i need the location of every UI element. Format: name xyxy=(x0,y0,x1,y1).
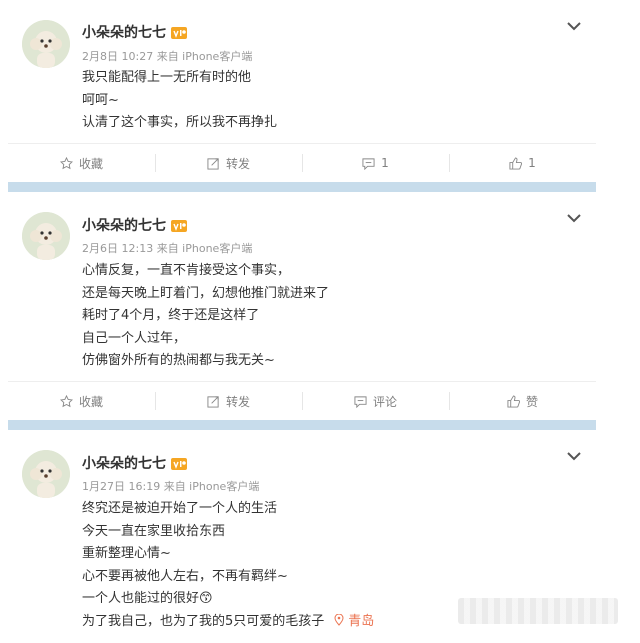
post-meta: 1月27日 16:19 来自 iPhone客户端 xyxy=(82,480,260,493)
vip-badge-icon xyxy=(171,458,187,470)
post-text: 终究还是被迫开始了一个人的生活 今天一直在家里收拾东西 重新整理心情~ 心不要再… xyxy=(82,498,374,633)
post-text-line: 心不要再被他人左右，不再有羁绊~ xyxy=(82,568,288,584)
username-text[interactable]: 小朵朵的七七 xyxy=(82,456,166,472)
comment-icon xyxy=(354,395,367,408)
location-tag[interactable]: 青岛 xyxy=(334,613,375,629)
favorite-button[interactable]: 收藏 xyxy=(8,144,155,182)
favorite-label: 收藏 xyxy=(78,156,103,171)
location-label: 青岛 xyxy=(348,613,375,629)
avatar[interactable] xyxy=(22,212,70,260)
chevron-down-icon[interactable] xyxy=(566,212,582,224)
username-text[interactable]: 小朵朵的七七 xyxy=(82,25,166,41)
avatar[interactable] xyxy=(22,450,70,498)
post-1: 小朵朵的七七 2月8日 10:27 来自 iPhone客户端 我只能配得上一无所… xyxy=(0,0,640,182)
avatar[interactable] xyxy=(22,20,70,68)
post-text-line: 一个人也能过的很好😙 xyxy=(82,591,213,606)
action-bar: 收藏 转发 1 1 xyxy=(8,143,596,182)
vip-badge-icon xyxy=(171,220,187,232)
username[interactable]: 小朵朵的七七 xyxy=(82,455,187,473)
favorite-label: 收藏 xyxy=(78,394,103,409)
repost-label: 转发 xyxy=(225,156,250,171)
post-text-line: 我只能配得上一无所有时的他 xyxy=(82,70,252,85)
post-text: 我只能配得上一无所有时的他 呵呵~ 认清了这个事实，所以我不再挣扎 xyxy=(82,67,277,135)
post-meta: 2月8日 10:27 来自 iPhone客户端 xyxy=(82,50,253,63)
post-meta: 2月6日 12:13 来自 iPhone客户端 xyxy=(82,242,253,255)
watermark xyxy=(458,598,618,624)
chevron-down-icon[interactable] xyxy=(566,20,582,32)
favorite-button[interactable]: 收藏 xyxy=(8,382,155,420)
post-text-line: 还是每天晚上盯着门，幻想他推门就进来了 xyxy=(82,285,330,301)
comment-button[interactable]: 评论 xyxy=(302,382,449,420)
like-button[interactable]: 赞 xyxy=(449,382,596,420)
post-separator xyxy=(8,182,596,192)
repost-button[interactable]: 转发 xyxy=(155,382,302,420)
star-icon xyxy=(59,394,73,407)
post-text-line: 呵呵~ xyxy=(82,92,119,108)
comment-count: 1 xyxy=(381,156,389,170)
post-text-line: 认清了这个事实，所以我不再挣扎 xyxy=(82,115,278,130)
post-text-line: 终究还是被迫开始了一个人的生活 xyxy=(82,501,278,516)
username[interactable]: 小朵朵的七七 xyxy=(82,217,187,235)
comment-button[interactable]: 1 xyxy=(302,144,449,182)
post-text-line: 为了我自己，也为了我的5只可爱的毛孩子 青岛 xyxy=(82,611,374,634)
action-bar: 收藏 转发 评论 赞 xyxy=(8,381,596,420)
post-text-line: 重新整理心情~ xyxy=(82,546,171,561)
post-3: 小朵朵的七七 1月27日 16:19 来自 iPhone客户端 终究还是被迫开始… xyxy=(0,430,640,643)
post-text-line: 仿佛窗外所有的热闹都与我无关~ xyxy=(82,353,275,368)
comment-icon xyxy=(362,157,375,170)
location-pin-icon xyxy=(334,613,344,626)
post-separator xyxy=(8,420,596,430)
post-text-line: 耗时了4个月，终于还是这样了 xyxy=(82,308,260,323)
repost-label: 转发 xyxy=(225,394,250,409)
repost-icon xyxy=(207,395,219,408)
post-text-line: 心情反复，一直不肯接受这个事实， xyxy=(82,263,291,278)
post-text-line: 自己一个人过年， xyxy=(82,330,187,346)
post-text-line: 今天一直在家里收拾东西 xyxy=(82,523,226,539)
comment-label: 评论 xyxy=(372,394,397,409)
chevron-down-icon[interactable] xyxy=(566,450,582,462)
post-2: 小朵朵的七七 2月6日 12:13 来自 iPhone客户端 心情反复，一直不肯… xyxy=(0,192,640,420)
thumbs-up-icon xyxy=(509,156,523,170)
vip-badge-icon xyxy=(171,27,187,39)
repost-button[interactable]: 转发 xyxy=(155,144,302,182)
post-text: 心情反复，一直不肯接受这个事实， 还是每天晚上盯着门，幻想他推门就进来了 耗时了… xyxy=(82,260,329,373)
like-label: 赞 xyxy=(525,394,538,409)
post-text-line-content: 为了我自己，也为了我的5只可爱的毛孩子 xyxy=(82,613,325,629)
repost-icon xyxy=(207,157,219,170)
star-icon xyxy=(59,156,73,169)
username[interactable]: 小朵朵的七七 xyxy=(82,24,187,42)
like-count: 1 xyxy=(528,156,536,170)
like-button[interactable]: 1 xyxy=(449,144,596,182)
username-text[interactable]: 小朵朵的七七 xyxy=(82,218,166,234)
thumbs-up-icon xyxy=(507,394,520,408)
